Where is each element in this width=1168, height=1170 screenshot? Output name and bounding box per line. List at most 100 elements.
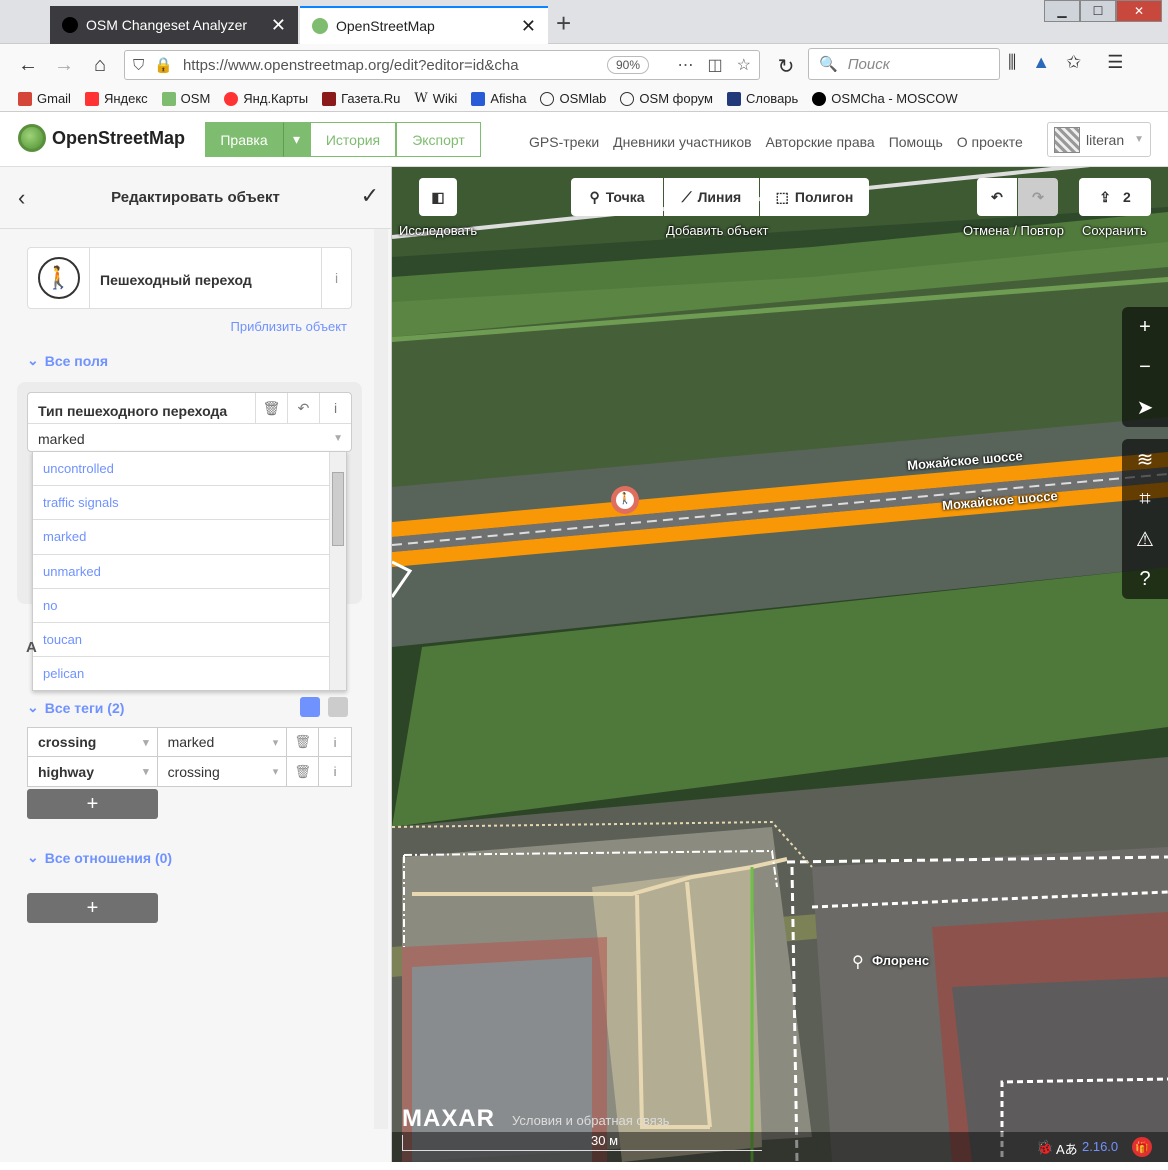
all-tags-toggle[interactable]: ⌄ Все теги (2)	[27, 699, 124, 716]
tab-osm-changeset-analyzer[interactable]: OSM Changeset Analyzer ✕	[50, 6, 298, 44]
forward-icon[interactable]: →	[46, 54, 82, 77]
text-view-icon[interactable]	[328, 697, 348, 717]
zoom-to-object-link[interactable]: Приблизить объект	[231, 319, 348, 334]
preset-card[interactable]: 🚶 Пешеходный переход i	[27, 247, 352, 309]
library-icon[interactable]: ⫼	[1008, 52, 1016, 73]
edit-dropdown-icon[interactable]: ▾	[283, 122, 310, 157]
tag-key-input[interactable]: highway	[28, 757, 158, 786]
scroll-thumb[interactable]	[332, 472, 344, 546]
add-area-button[interactable]: ⬚ Полигон	[760, 178, 869, 216]
bookmark-yandex-maps[interactable]: Янд.Карты	[224, 91, 308, 106]
attribution-link[interactable]: Условия и обратная связь	[512, 1113, 669, 1128]
bookmark-gazeta[interactable]: Газета.Ru	[322, 91, 400, 106]
zoom-in-icon[interactable]: +	[1122, 307, 1168, 347]
all-relations-toggle[interactable]: ⌄ Все отношения (0)	[27, 849, 172, 866]
link-about[interactable]: О проекте	[957, 134, 1023, 150]
add-tag-button[interactable]: +	[27, 789, 158, 819]
link-help[interactable]: Помощь	[889, 134, 943, 150]
crossing-type-input[interactable]: marked	[38, 431, 85, 447]
geolocate-icon[interactable]: ➤	[1122, 387, 1168, 427]
dropdown-scrollbar[interactable]	[329, 452, 346, 690]
chevron-down-icon[interactable]: ▼	[333, 433, 343, 444]
option-pelican[interactable]: pelican	[33, 657, 329, 690]
bookmark-osmcha[interactable]: OSMCha - MOSCOW	[812, 91, 958, 106]
gift-icon[interactable]: 🎁	[1132, 1137, 1152, 1157]
option-no[interactable]: no	[33, 589, 329, 623]
sidebar-toggle-icon[interactable]: ◧	[419, 178, 457, 216]
help-icon[interactable]: ?	[1122, 559, 1168, 599]
bookmark-yandex[interactable]: Яндекс	[84, 91, 148, 106]
search-input[interactable]: 🔍 Поиск	[808, 48, 1000, 80]
close-tab-icon[interactable]: ✕	[271, 15, 286, 36]
maximize-icon[interactable]: ☐	[1080, 0, 1116, 22]
tag-value-input[interactable]: crossing	[158, 757, 288, 786]
checkmark-icon[interactable]: ✓	[361, 183, 379, 209]
map-data-icon[interactable]: ⌗	[1122, 479, 1168, 519]
zoom-level[interactable]: 90%	[606, 56, 649, 74]
url-bar[interactable]: ⛉ 🔒 https://www.openstreetmap.org/edit?e…	[124, 50, 760, 80]
history-button[interactable]: История	[310, 122, 396, 157]
osm-logo[interactable]: OpenStreetMap	[18, 124, 185, 152]
undo-icon[interactable]: ↶	[287, 393, 319, 423]
add-point-button[interactable]: ⚲ Точка	[571, 178, 663, 216]
option-toucan[interactable]: toucan	[33, 623, 329, 658]
back-icon[interactable]: ←	[10, 54, 46, 77]
tag-value-input[interactable]: marked	[158, 728, 288, 756]
bookmark-afisha[interactable]: Afisha	[471, 91, 526, 106]
new-tab-icon[interactable]: +	[556, 8, 571, 39]
bookmark-dictionary[interactable]: Словарь	[726, 91, 798, 106]
undo-icon[interactable]: ↶	[977, 178, 1017, 216]
sync-icon[interactable]: ▲	[1032, 52, 1050, 73]
bug-icon[interactable]: 🐞	[1036, 1139, 1053, 1156]
sidebar-scrollbar[interactable]	[374, 229, 388, 1129]
all-fields-toggle[interactable]: ⌄ Все поля	[27, 352, 108, 369]
redo-icon[interactable]: ↷	[1018, 178, 1058, 216]
version-label[interactable]: 2.16.0	[1082, 1139, 1118, 1154]
add-line-button[interactable]: ⟋ Линия	[664, 178, 759, 216]
option-unmarked[interactable]: unmarked	[33, 555, 329, 589]
option-uncontrolled[interactable]: uncontrolled	[33, 452, 329, 487]
info-icon[interactable]: i	[319, 757, 351, 786]
link-copyright[interactable]: Авторские права	[766, 134, 875, 150]
bookmark-gmail[interactable]: Gmail	[18, 91, 71, 106]
info-icon[interactable]: i	[319, 728, 351, 756]
save-button[interactable]: ⇪ 2	[1079, 178, 1151, 216]
user-menu[interactable]: literan ▼	[1047, 122, 1151, 157]
minimize-icon[interactable]: ▁	[1044, 0, 1080, 22]
tag-key-input[interactable]: crossing	[28, 728, 158, 756]
home-icon[interactable]: ⌂	[82, 54, 118, 77]
menu-icon[interactable]: ☰	[1107, 52, 1123, 73]
option-marked[interactable]: marked	[33, 520, 329, 555]
poi-pin-icon[interactable]: ⚲	[852, 952, 864, 972]
pocket-icon[interactable]: ◫	[708, 55, 723, 75]
link-gps-traces[interactable]: GPS-треки	[529, 134, 599, 150]
info-icon[interactable]: i	[319, 393, 351, 423]
list-view-icon[interactable]	[300, 697, 320, 717]
add-relation-button[interactable]: +	[27, 893, 158, 923]
pedestrian-crossing-icon[interactable]: 🚶	[618, 492, 632, 505]
trash-icon[interactable]: 🗑	[287, 757, 320, 786]
bookmark-wiki[interactable]: W Wiki	[414, 91, 457, 106]
trash-icon[interactable]: 🗑	[255, 393, 287, 423]
edit-button[interactable]: Правка	[205, 122, 283, 157]
close-window-icon[interactable]: ✕	[1116, 0, 1162, 22]
zoom-out-icon[interactable]: −	[1122, 347, 1168, 387]
map-canvas[interactable]: ◧ Исследовать ⚲ Точка ⟋ Линия ⬚ Полигон Доб…	[392, 167, 1168, 1162]
star-icon[interactable]: ☆	[737, 55, 751, 75]
more-icon[interactable]: ⋯	[678, 55, 694, 75]
tab-openstreetmap[interactable]: OpenStreetMap ✕	[300, 6, 548, 44]
reload-icon[interactable]: ↻	[768, 54, 804, 79]
layers-icon[interactable]: ≋	[1122, 439, 1168, 479]
bookmark-osmlab[interactable]: OSMlab	[540, 91, 606, 106]
shield-icon[interactable]: ⛉	[133, 57, 144, 74]
export-button[interactable]: Экспорт	[396, 122, 481, 157]
trash-icon[interactable]: 🗑	[287, 728, 320, 756]
close-tab-icon[interactable]: ✕	[521, 16, 536, 37]
option-traffic-signals[interactable]: traffic signals	[33, 486, 329, 521]
issues-icon[interactable]: ⚠	[1122, 519, 1168, 559]
translate-icon[interactable]: Aあ	[1056, 1139, 1078, 1158]
info-icon[interactable]: i	[321, 248, 351, 308]
bookmark-osm[interactable]: OSM	[161, 91, 210, 106]
link-diaries[interactable]: Дневники участников	[613, 134, 751, 150]
extension-icon[interactable]: ✩	[1066, 52, 1081, 73]
